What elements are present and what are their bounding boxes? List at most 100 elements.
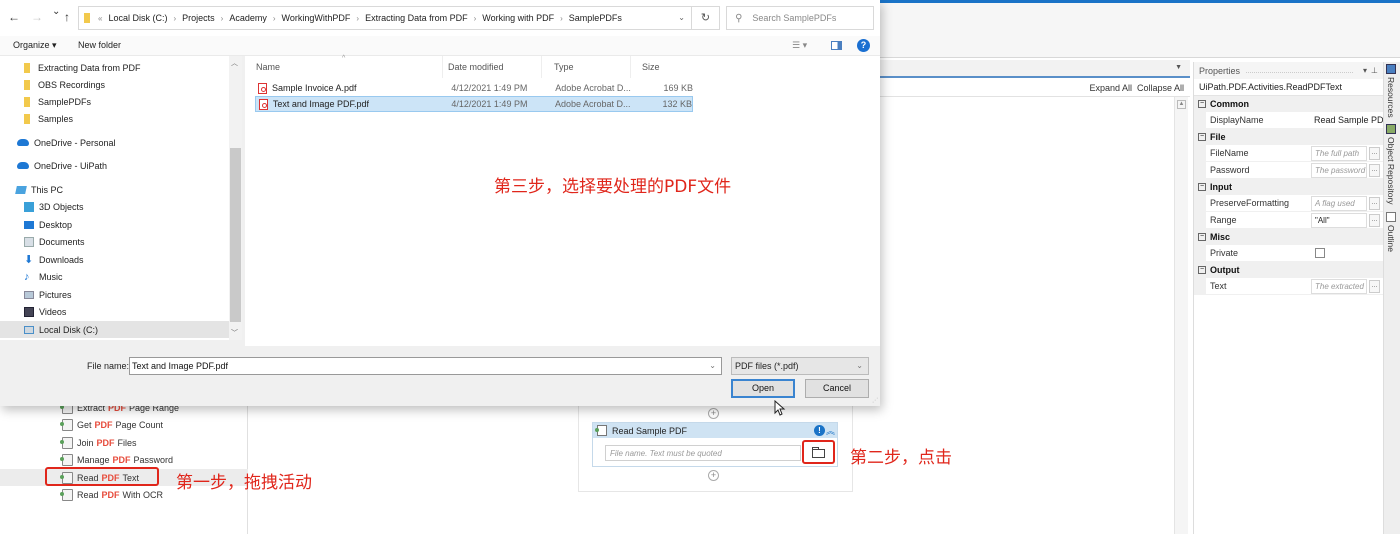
file-type-dropdown-icon[interactable]: ⌄ <box>856 361 863 370</box>
breadcrumb-separator-icon[interactable]: › <box>173 14 176 23</box>
panel-menu-icon[interactable]: ▾ <box>1363 66 1367 75</box>
breadcrumb-item[interactable]: Local Disk (C:) <box>108 13 167 23</box>
collapse-category-icon[interactable]: − <box>1198 183 1206 191</box>
preview-pane-icon[interactable] <box>831 41 842 50</box>
collapse-category-icon[interactable]: − <box>1198 266 1206 274</box>
tab-dropdown-icon[interactable]: ▼ <box>1175 64 1182 71</box>
nav-item[interactable]: OneDrive - UiPath <box>17 157 247 174</box>
scroll-up-icon[interactable]: ▲ <box>1177 100 1186 109</box>
forward-arrow-icon[interactable]: → <box>31 10 43 24</box>
nav-item[interactable]: Samples <box>22 110 252 127</box>
nav-item-label: OneDrive - UiPath <box>34 160 108 171</box>
ellipsis-button[interactable]: ... <box>1369 196 1380 210</box>
nav-item[interactable]: SamplePDFs <box>22 93 252 110</box>
property-category[interactable]: − Misc <box>1194 229 1383 245</box>
column-type[interactable]: Type <box>543 56 631 78</box>
property-value-input[interactable]: A flag used <box>1311 195 1367 211</box>
activity-item[interactable]: Join PDF Files <box>60 434 248 451</box>
tab-outline[interactable]: Outline <box>1386 212 1396 252</box>
collapse-category-icon[interactable]: − <box>1198 100 1206 108</box>
nav-item[interactable]: 3D Objects <box>24 198 254 215</box>
file-row[interactable]: Sample Invoice A.pdf 4/12/2021 1:49 PM Ado… <box>255 80 693 96</box>
breadcrumb-item[interactable]: Extracting Data from PDF <box>365 13 468 23</box>
breadcrumb-item[interactable]: Working with PDF <box>482 13 554 23</box>
file-name-input[interactable]: Text and Image PDF.pdf ⌄ <box>129 357 722 375</box>
nav-item[interactable]: OBS Recordings <box>22 76 252 93</box>
back-arrow-icon[interactable]: ← <box>8 10 20 24</box>
up-arrow-icon[interactable]: ↑ <box>64 10 70 24</box>
ellipsis-button[interactable]: ... <box>1369 213 1380 227</box>
recent-locations-icon[interactable]: ⌄ <box>52 6 60 17</box>
column-date-modified[interactable]: Date modified <box>437 56 542 78</box>
property-value-input[interactable]: "All" <box>1311 212 1367 228</box>
ellipsis-button[interactable]: ... <box>1369 146 1380 160</box>
activity-item[interactable]: Manage PDF Password <box>60 452 248 469</box>
tab-resources[interactable]: Resources <box>1386 64 1396 118</box>
nav-item[interactable]: Videos <box>24 303 254 320</box>
search-input[interactable]: ⚲ Search SamplePDFs <box>726 6 874 30</box>
property-category[interactable]: − Input <box>1194 179 1383 195</box>
add-activity-plus-icon[interactable]: + <box>708 408 719 419</box>
breadcrumb-item[interactable]: WorkingWithPDF <box>282 13 351 23</box>
resize-grip-icon[interactable]: ⋰ <box>872 397 878 404</box>
nav-item[interactable]: ⬇ Downloads <box>24 251 254 268</box>
pin-icon[interactable]: ⊥ <box>1371 66 1378 75</box>
nav-item[interactable]: Extracting Data from PDF <box>22 59 252 76</box>
property-category[interactable]: − File <box>1194 129 1383 145</box>
new-folder-button[interactable]: New folder <box>78 40 121 50</box>
designer-scrollbar[interactable]: ▲ <box>1174 97 1188 534</box>
property-value-input[interactable]: The full path <box>1311 145 1367 161</box>
breadcrumb-separator-icon[interactable]: › <box>356 14 359 23</box>
nav-item[interactable]: Documents <box>24 233 254 250</box>
nav-item[interactable]: This PC <box>15 181 246 198</box>
scroll-down-icon[interactable]: ﹀ <box>231 328 238 338</box>
private-checkbox[interactable] <box>1315 248 1325 258</box>
address-dropdown-icon[interactable]: ⌄ <box>678 13 685 22</box>
property-category[interactable]: − Common <box>1194 96 1383 112</box>
property-value-input[interactable]: The extracted <box>1311 278 1367 294</box>
collapse-category-icon[interactable]: − <box>1198 133 1206 141</box>
activity-label-post: Files <box>117 437 137 448</box>
column-name[interactable]: Name <box>245 56 443 78</box>
collapse-category-icon[interactable]: − <box>1198 233 1206 241</box>
collapse-all-link[interactable]: Collapse All <box>1137 83 1184 93</box>
change-view-icon[interactable]: ☰ ▾ <box>792 40 807 51</box>
address-bar[interactable]: « Local Disk (C:) › Projects › Academy › Worki… <box>78 6 692 30</box>
overflow-icon[interactable]: « <box>98 14 102 23</box>
breadcrumb-separator-icon[interactable]: › <box>474 14 477 23</box>
ellipsis-button[interactable]: ... <box>1369 279 1380 293</box>
activity-item[interactable]: Get PDF Page Count <box>60 417 248 434</box>
add-activity-plus-icon[interactable]: + <box>708 470 719 481</box>
property-name: Text <box>1210 281 1227 291</box>
organize-button[interactable]: Organize ▾ <box>13 40 57 51</box>
breadcrumb-item[interactable]: SamplePDFs <box>569 13 622 23</box>
activity-header[interactable]: Read Sample PDF <box>593 423 837 438</box>
filename-input[interactable]: File name. Text must be quoted <box>605 445 801 461</box>
expand-all-link[interactable]: Expand All <box>1089 83 1132 93</box>
breadcrumb-separator-icon[interactable]: › <box>221 14 224 23</box>
collapse-chevron-icon[interactable]: ︽ <box>826 424 835 437</box>
refresh-button[interactable]: ↻ <box>692 6 720 30</box>
nav-item[interactable]: OneDrive - Personal <box>17 134 247 151</box>
property-value-input[interactable]: The password <box>1311 162 1367 178</box>
ellipsis-button[interactable]: ... <box>1369 163 1380 177</box>
nav-item[interactable]: Local Disk (C:) <box>0 321 229 338</box>
nav-item[interactable]: ♪ Music <box>24 268 254 285</box>
file-name-dropdown-icon[interactable]: ⌄ <box>709 361 716 370</box>
cancel-button[interactable]: Cancel <box>805 379 869 398</box>
property-value-input[interactable]: Read Sample PDF <box>1311 113 1383 128</box>
nav-item[interactable]: Pictures <box>24 286 254 303</box>
file-type-select[interactable]: PDF files (*.pdf) ⌄ <box>731 357 869 375</box>
breadcrumb-separator-icon[interactable]: › <box>273 14 276 23</box>
open-button[interactable]: Open <box>731 379 795 398</box>
breadcrumb-item[interactable]: Academy <box>229 13 267 23</box>
property-category[interactable]: − Output <box>1194 262 1383 278</box>
help-icon[interactable]: ? <box>857 39 870 52</box>
breadcrumb-separator-icon[interactable]: › <box>560 14 563 23</box>
nav-item[interactable]: Desktop <box>24 216 254 233</box>
warning-info-icon[interactable]: ! <box>814 425 825 436</box>
file-row[interactable]: Text and Image PDF.pdf 4/12/2021 1:49 PM A… <box>255 96 693 112</box>
column-size[interactable]: Size <box>631 56 691 78</box>
tab-object-repository[interactable]: Object Repository <box>1386 124 1396 205</box>
breadcrumb-item[interactable]: Projects <box>182 13 215 23</box>
